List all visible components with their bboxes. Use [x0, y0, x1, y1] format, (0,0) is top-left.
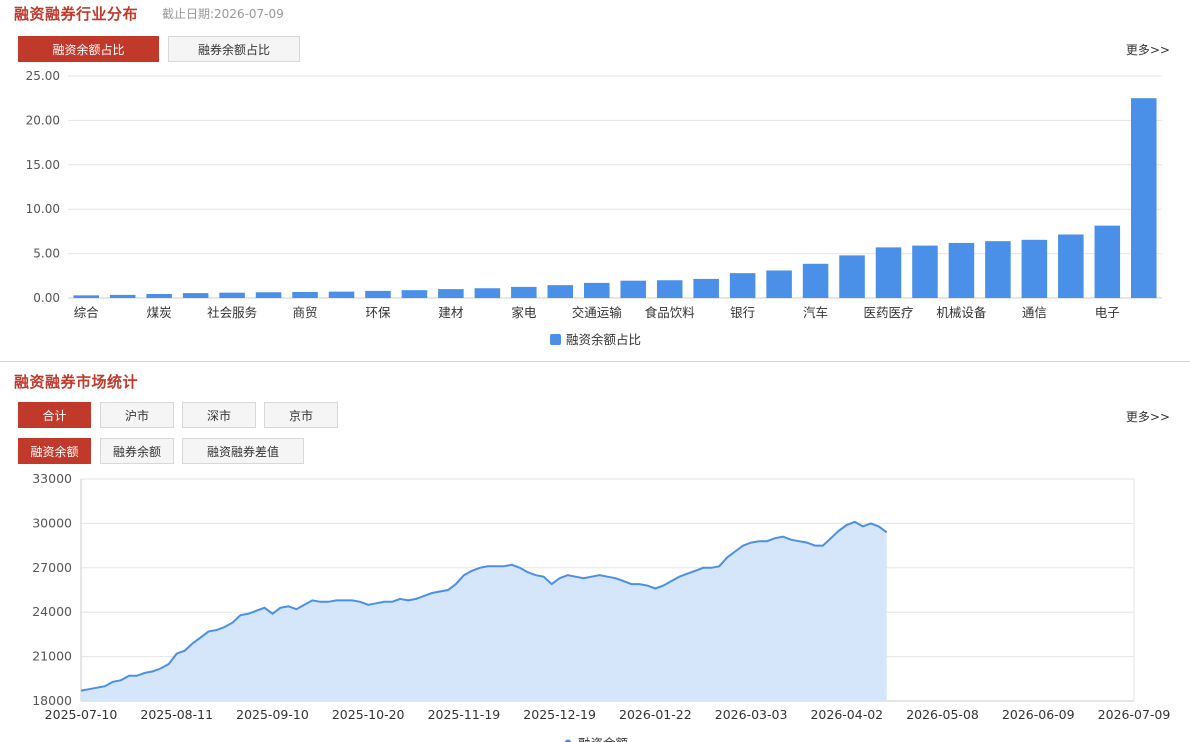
bar: [1131, 98, 1157, 298]
x-tick-label: 电子: [1095, 305, 1120, 320]
area-fill: [81, 521, 887, 701]
x-tick-label: 2026-07-09: [1098, 707, 1171, 722]
bar: [985, 241, 1011, 298]
x-tick-label: 2026-03-03: [715, 707, 788, 722]
bar: [729, 273, 756, 298]
x-tick-label: 2025-11-19: [428, 707, 501, 722]
bar: [620, 280, 646, 298]
tab-short-selling-balance[interactable]: 融券余额: [100, 438, 174, 464]
x-tick-label: 2026-04-02: [810, 707, 883, 722]
bar: [547, 285, 574, 298]
bar: [401, 290, 428, 298]
x-tick-label: 2025-07-10: [45, 707, 118, 722]
x-tick-label: 建材: [438, 305, 463, 320]
x-tick-label: 2025-12-19: [523, 707, 596, 722]
bar: [656, 280, 683, 298]
section-divider: [0, 361, 1190, 362]
x-tick-label: 环保: [365, 305, 391, 320]
x-tick-label: 医药医疗: [863, 305, 913, 320]
bar: [146, 294, 172, 298]
x-tick-label: 商贸: [293, 305, 318, 320]
tab-financing-balance[interactable]: 融资余额: [18, 438, 91, 464]
y-tick-label: 5.00: [33, 247, 60, 261]
y-tick-label: 21000: [32, 649, 72, 664]
bar: [73, 295, 99, 298]
bar: [511, 286, 537, 298]
bar: [474, 288, 501, 298]
y-tick-label: 24000: [32, 604, 72, 619]
legend-label: 融资余额: [578, 736, 629, 742]
bar: [802, 263, 829, 298]
x-tick-label: 2026-05-08: [906, 707, 979, 722]
bar: [328, 291, 355, 298]
x-tick-label: 社会服务: [207, 305, 257, 320]
tab-market-shanghai[interactable]: 沪市: [100, 402, 174, 428]
bar: [365, 290, 391, 298]
bar: [109, 294, 136, 298]
legend-swatch: [550, 334, 561, 345]
x-tick-label: 2025-09-10: [236, 707, 309, 722]
bar: [584, 282, 610, 298]
x-tick-label: 银行: [730, 305, 755, 320]
x-tick-label: 综合: [74, 305, 100, 320]
bar: [255, 292, 282, 298]
tab-market-beijing[interactable]: 京市: [264, 402, 338, 428]
x-tick-label: 2025-10-20: [332, 707, 405, 722]
bar: [219, 292, 245, 298]
y-tick-label: 25.00: [26, 69, 60, 83]
bar: [1058, 234, 1084, 298]
bar: [875, 247, 902, 298]
x-tick-label: 家电: [511, 305, 537, 320]
bar: [766, 270, 792, 298]
bar: [839, 255, 865, 298]
bar: [693, 278, 719, 298]
x-tick-label: 交通运输: [572, 305, 623, 320]
x-tick-label: 机械设备: [936, 305, 987, 320]
y-tick-label: 33000: [32, 471, 72, 486]
bar: [912, 245, 938, 298]
bar: [1094, 225, 1121, 298]
financing-balance-area-chart: 18000 21000 24000 27000 30000 33000 2025-07-10…: [32, 471, 1171, 742]
y-tick-label: 0.00: [33, 291, 60, 305]
x-tick-label: 食品饮料: [645, 305, 696, 320]
x-tick-label: 通信: [1022, 305, 1047, 320]
bar: [292, 291, 318, 298]
x-tick-label: 煤炭: [147, 305, 172, 320]
tab-market-total[interactable]: 合计: [18, 402, 91, 428]
y-tick-label: 20.00: [26, 113, 60, 127]
y-tick-label: 10.00: [26, 202, 60, 216]
y-tick-label: 30000: [32, 515, 72, 530]
bar: [182, 293, 209, 298]
x-tick-label: 2026-01-22: [619, 707, 692, 722]
y-tick-label: 15.00: [26, 158, 60, 172]
tab-market-shenzhen[interactable]: 深市: [182, 402, 256, 428]
market-more-link[interactable]: 更多>>: [1126, 408, 1170, 425]
tab-margin-difference[interactable]: 融资融券差值: [182, 438, 304, 464]
bar: [948, 242, 975, 298]
market-section-title: 融资融券市场统计: [14, 373, 139, 391]
x-tick-label: 2026-06-09: [1002, 707, 1075, 722]
y-tick-label: 27000: [32, 560, 72, 575]
bar: [1021, 239, 1048, 298]
x-tick-label: 2025-08-11: [140, 707, 213, 722]
y-tick-label: 18000: [32, 693, 72, 708]
legend-label: 融资余额占比: [566, 332, 641, 347]
x-tick-label: 汽车: [803, 305, 828, 320]
bar: [438, 289, 464, 298]
industry-bar-chart: 0.00 5.00 10.00 15.00 20.00 25.00 综合 煤炭 社会服务 商贸 环保…: [26, 69, 1162, 347]
